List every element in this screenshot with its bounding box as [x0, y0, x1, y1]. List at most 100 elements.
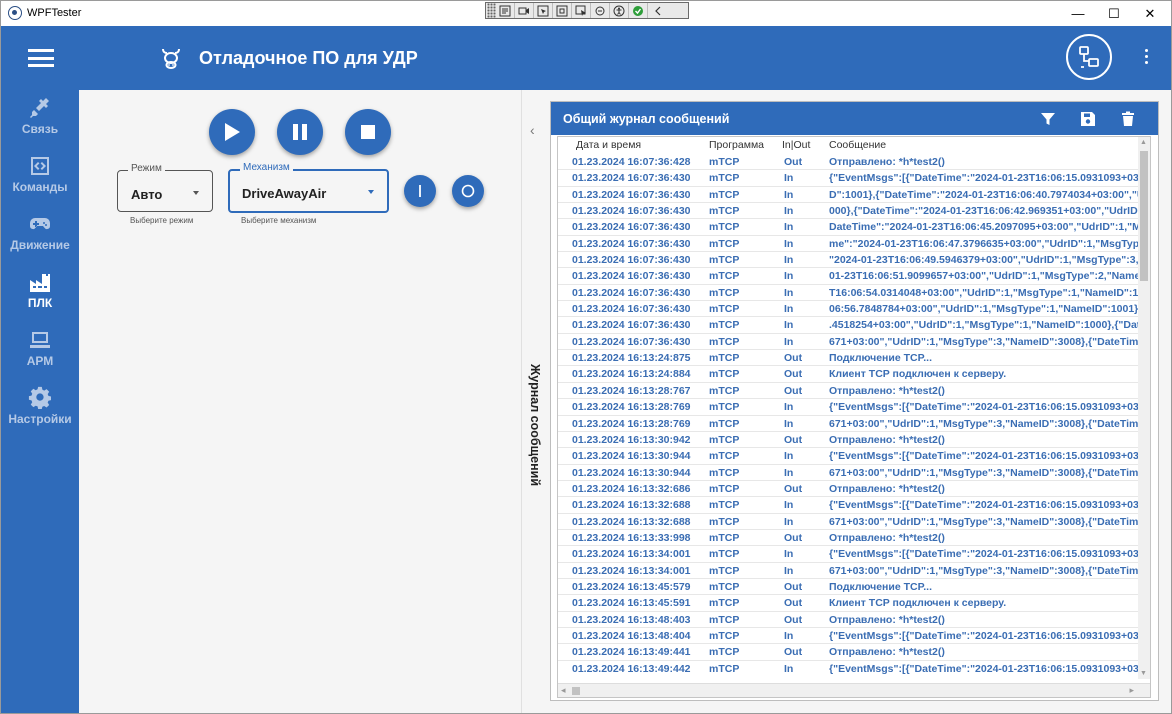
table-row[interactable]: 01.23.2024 16:13:33:998 mTCP Out Отправлено… [558, 530, 1146, 547]
code-icon [31, 157, 49, 175]
log-cell-datetime: 01.23.2024 16:07:36:430 [572, 254, 691, 267]
accessibility-icon[interactable] [610, 3, 629, 18]
factory-icon [30, 274, 50, 292]
table-row[interactable]: 01.23.2024 16:13:28:767 mTCP Out Отправлено… [558, 383, 1146, 400]
table-row[interactable]: 01.23.2024 16:07:36:430 mTCP In 000},{"Date… [558, 203, 1146, 220]
table-row[interactable]: 01.23.2024 16:13:45:579 mTCP Out Подключени… [558, 579, 1146, 596]
scrollbar-thumb[interactable] [1140, 151, 1148, 281]
save-icon[interactable] [1079, 110, 1097, 128]
table-row[interactable]: 01.23.2024 16:07:36:430 mTCP In 01-23T16:06… [558, 268, 1146, 285]
table-row[interactable]: 01.23.2024 16:07:36:430 mTCP In .4518254+03… [558, 317, 1146, 334]
column-header-message[interactable]: Сообщение [829, 139, 886, 151]
power-off-button[interactable] [452, 175, 484, 207]
table-row[interactable]: 01.23.2024 16:13:24:884 mTCP Out Клиент TCP… [558, 366, 1146, 383]
maximize-button[interactable]: ☐ [1097, 1, 1131, 26]
display-adorners-icon[interactable] [553, 3, 572, 18]
app-window: WPFTester — ☐ ✕ Связь Команды Движение П… [0, 0, 1172, 714]
log-cell-datetime: 01.23.2024 16:07:36:430 [572, 172, 691, 185]
table-row[interactable]: 01.23.2024 16:13:32:688 mTCP In {"EventMsgs… [558, 497, 1146, 514]
column-header-datetime[interactable]: Дата и время [576, 139, 641, 151]
sidebar-item-settings[interactable]: Настройки [1, 386, 79, 438]
table-row[interactable]: 01.23.2024 16:07:36:430 mTCP In 06:56.78487… [558, 301, 1146, 318]
filter-icon[interactable] [1039, 110, 1057, 128]
network-connection-button[interactable] [1066, 34, 1112, 80]
more-options-icon[interactable] [1142, 49, 1150, 67]
table-row[interactable]: 01.23.2024 16:13:45:591 mTCP Out Клиент TCP… [558, 595, 1146, 612]
table-row[interactable]: 01.23.2024 16:13:28:769 mTCP In {"EventMsgs… [558, 399, 1146, 416]
delete-icon[interactable] [1119, 110, 1137, 128]
mode-select[interactable]: Режим Авто [117, 163, 213, 212]
log-cell-program: mTCP [709, 548, 740, 561]
table-row[interactable]: 01.23.2024 16:07:36:430 mTCP In D":1001},{"… [558, 187, 1146, 204]
table-row[interactable]: 01.23.2024 16:13:30:942 mTCP Out Отправлено… [558, 432, 1146, 449]
video-icon[interactable] [515, 3, 534, 18]
sidebar-item-movement[interactable]: Движение [1, 212, 79, 264]
log-cell-program: mTCP [709, 319, 740, 332]
table-row[interactable]: 01.23.2024 16:13:48:403 mTCP Out Отправлено… [558, 612, 1146, 628]
table-row[interactable]: 01.23.2024 16:13:30:944 mTCP In {"EventMsgs… [558, 448, 1146, 465]
chevron-down-icon [368, 190, 374, 194]
stop-button[interactable] [345, 109, 391, 155]
log-cell-program: mTCP [709, 254, 740, 267]
gear-icon [28, 386, 51, 409]
log-cell-program: mTCP [709, 237, 740, 250]
chevron-left-icon[interactable]: ‹ [530, 122, 535, 138]
mechanism-select[interactable]: Механизм DriveAwayAir [228, 162, 389, 213]
live-tree-icon[interactable] [496, 3, 515, 18]
sidebar-item-connection[interactable]: Связь [1, 96, 79, 148]
log-cell-datetime: 01.23.2024 16:13:24:884 [572, 368, 691, 381]
table-row[interactable]: 01.23.2024 16:07:36:428 mTCP Out Отправлено… [558, 154, 1146, 171]
table-row[interactable]: 01.23.2024 16:13:32:686 mTCP Out Отправлено… [558, 481, 1146, 498]
collapse-toolbar-icon[interactable] [648, 3, 667, 18]
table-row[interactable]: 01.23.2024 16:07:36:430 mTCP In "2024-01-23… [558, 252, 1146, 269]
table-row[interactable]: 01.23.2024 16:07:36:430 mTCP In me":"2024-0… [558, 236, 1146, 253]
horizontal-scrollbar[interactable]: ◂ ▸ [558, 683, 1150, 697]
log-panel-toggle-strip[interactable]: ‹ Журнал сообщений [521, 90, 549, 713]
log-cell-program: mTCP [709, 466, 740, 479]
power-on-button[interactable] [404, 175, 436, 207]
column-header-direction[interactable]: In|Out [782, 139, 810, 151]
table-row[interactable]: 01.23.2024 16:13:34:001 mTCP In {"EventMsgs… [558, 546, 1146, 563]
table-row[interactable]: 01.23.2024 16:07:36:430 mTCP In 671+03:00",… [558, 334, 1146, 351]
binding-icon[interactable] [591, 3, 610, 18]
hamburger-menu-icon[interactable] [28, 49, 54, 67]
check-icon[interactable] [629, 3, 648, 18]
log-cell-datetime: 01.23.2024 16:13:49:441 [572, 646, 691, 659]
vertical-scrollbar[interactable]: ▲ ▼ [1138, 137, 1150, 679]
table-row[interactable]: 01.23.2024 16:13:32:688 mTCP In 671+03:00",… [558, 514, 1146, 530]
log-cell-datetime: 01.23.2024 16:13:48:403 [572, 613, 691, 626]
close-button[interactable]: ✕ [1133, 1, 1167, 26]
column-header-program[interactable]: Программа [709, 139, 764, 151]
sidebar-item-commands[interactable]: Команды [1, 154, 79, 206]
table-row[interactable]: 01.23.2024 16:07:36:430 mTCP In DateTime":"… [558, 219, 1146, 236]
table-row[interactable]: 01.23.2024 16:13:49:442 mTCP In {"EventMsgs… [558, 661, 1146, 674]
table-row[interactable]: 01.23.2024 16:13:48:404 mTCP In {"EventMsgs… [558, 628, 1146, 645]
table-row[interactable]: 01.23.2024 16:13:24:875 mTCP Out Подключени… [558, 350, 1146, 367]
table-row[interactable]: 01.23.2024 16:13:30:944 mTCP In 671+03:00",… [558, 465, 1146, 481]
table-row[interactable]: 01.23.2024 16:13:34:001 mTCP In 671+03:00",… [558, 563, 1146, 579]
table-row[interactable]: 01.23.2024 16:13:49:441 mTCP Out Отправлено… [558, 644, 1146, 661]
sidebar-item-workstation[interactable]: АРМ [1, 328, 79, 380]
sidebar-item-plc[interactable]: ПЛК [1, 270, 79, 322]
log-cell-program: mTCP [709, 270, 740, 283]
table-row[interactable]: 01.23.2024 16:13:28:769 mTCP In 671+03:00",… [558, 416, 1146, 432]
chevron-down-icon [193, 191, 199, 195]
minimize-button[interactable]: — [1061, 1, 1095, 26]
log-cell-datetime: 01.23.2024 16:13:32:688 [572, 499, 691, 512]
log-cell-program: mTCP [709, 450, 740, 463]
log-cell-direction: In [784, 335, 794, 348]
log-cell-message: "2024-01-23T16:06:49.5946379+03:00","Udr… [829, 254, 1146, 267]
track-focus-icon[interactable] [572, 3, 591, 18]
play-button[interactable] [209, 109, 255, 155]
log-cell-program: mTCP [709, 368, 740, 381]
toolbar-grip-icon[interactable] [487, 3, 496, 18]
scrollbar-thumb[interactable] [572, 687, 580, 695]
log-cell-datetime: 01.23.2024 16:07:36:428 [572, 156, 691, 168]
select-element-icon[interactable] [534, 3, 553, 18]
log-cell-program: mTCP [709, 515, 740, 528]
log-cell-program: mTCP [709, 597, 740, 610]
pause-button[interactable] [277, 109, 323, 155]
log-cell-direction: In [784, 205, 794, 218]
table-row[interactable]: 01.23.2024 16:07:36:430 mTCP In {"EventMsgs… [558, 170, 1146, 187]
table-row[interactable]: 01.23.2024 16:07:36:430 mTCP In T16:06:54.0… [558, 285, 1146, 302]
